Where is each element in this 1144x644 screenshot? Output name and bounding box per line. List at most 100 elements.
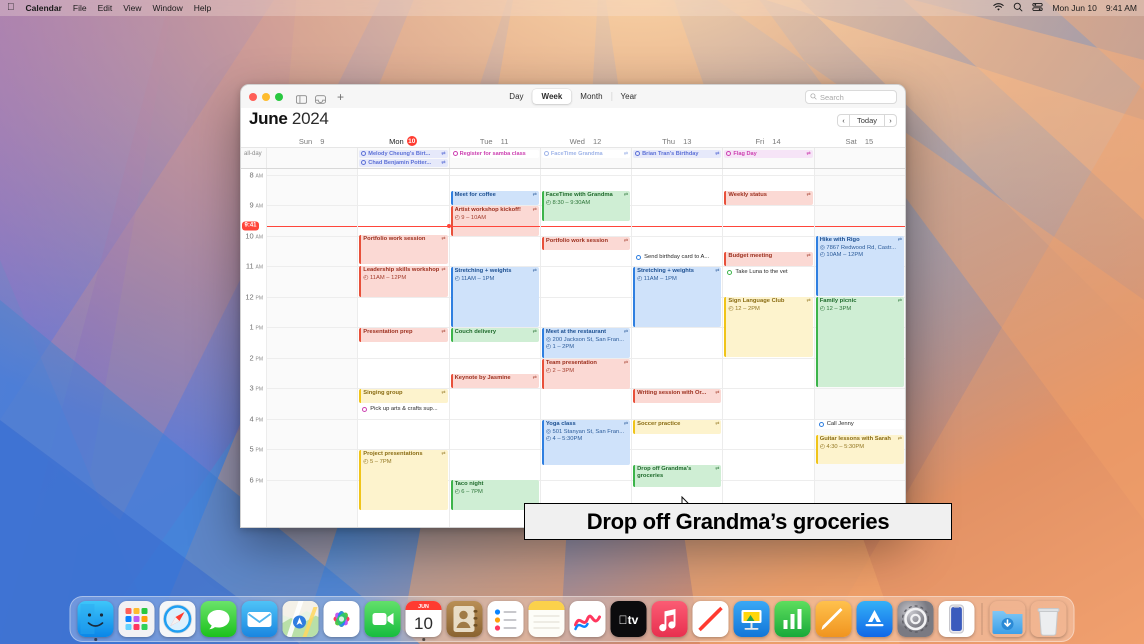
menubar-clock[interactable]: 9:41 AM [1106,0,1137,16]
menu-item-edit[interactable]: Edit [98,0,113,16]
menubar-date[interactable]: Mon Jun 10 [1052,0,1096,16]
dock-item-downloads[interactable] [990,601,1026,637]
minimize-button[interactable] [262,92,270,101]
all-day-event[interactable]: FaceTime Grandma ⇄ [541,149,631,158]
day-column-thu[interactable]: Send birthday card to A... Stretching + w… [631,168,723,527]
calendar-event[interactable]: Couch delivery ⇄ [450,327,539,342]
inbox-icon[interactable] [315,91,326,104]
calendar-event[interactable]: Family picnic ◴ 12 – 3PM ⇄ [815,296,904,387]
calendar-event[interactable]: Soccer practice ⇄ [633,419,722,434]
wifi-icon[interactable] [993,2,1005,14]
calendar-event[interactable]: Keynote by Jasmine ⇄ [450,373,539,388]
time-grid-scroll[interactable]: 8 AM 9 AM 10 AM 11 AM 12 PM 1 PM 2 PM 3 PM 4 PM 5… [241,168,905,527]
all-day-event[interactable]: Flag Day ⇄ [724,149,813,158]
dock-item-iphone-mirroring[interactable] [938,601,975,637]
all-day-event[interactable]: Register for samba class [450,149,539,158]
calendar-event[interactable]: Leadership skills workshop ◴ 11AM – 12PM ⇄ [359,265,448,297]
reminder-item[interactable]: Call Jenny [815,419,904,429]
calendar-event[interactable]: Sign Language Club ◴ 12 – 2PM ⇄ [724,296,813,357]
search-field[interactable]: Search [805,90,897,104]
view-tab-year[interactable]: Year [611,89,646,104]
dock-item-numbers[interactable] [774,601,811,637]
day-column-wed[interactable]: FaceTime with Grandma ◴ 8:30 – 9:30AM ⇄ Por… [539,168,632,527]
sidebar-toggle-icon[interactable] [296,91,307,104]
day-header-wed[interactable]: Wed 12 [540,135,631,147]
reminder-item[interactable]: Pick up arts & crafts sup... [359,404,448,414]
calendar-event[interactable]: Guitar lessons with Sarah ◴ 4:30 – 5:30PM… [815,434,904,464]
dock-item-calendar[interactable]: JUN 10 [405,601,442,637]
all-day-event[interactable]: Melody Cheung's Birt... ⇄ [359,149,448,158]
dock-item-trash[interactable] [1031,601,1067,637]
calendar-event[interactable]: Portfolio work session ⇄ [359,234,448,264]
calendar-event[interactable]: Portfolio work session ⇄ [541,236,631,250]
dock-item-settings[interactable] [897,601,934,637]
dock-item-contacts[interactable] [446,601,483,637]
calendar-event[interactable]: Yoga class ◎ 501 Stanyan St, San Fran... ◴… [541,419,631,465]
view-tab-week[interactable]: Week [532,89,572,104]
dock-item-mail[interactable] [241,601,278,637]
menu-item-window[interactable]: Window [153,0,183,16]
dock-item-music[interactable] [651,601,688,637]
all-day-event[interactable]: Brian Tran's Birthday ⇄ [633,149,722,158]
all-day-cell-thu[interactable]: Brian Tran's Birthday ⇄ [631,148,722,168]
dock-item-facetime[interactable] [364,601,401,637]
day-column-sat[interactable]: Hike with Rigo ◎ 7867 Redwood Rd, Castr..… [813,168,905,527]
control-center-icon[interactable] [1032,2,1044,14]
dock-item-freeform[interactable] [569,601,606,637]
calendar-event[interactable]: Artist workshop kickoff! ◴ 9 – 10AM ⇄ [450,205,539,236]
dock-item-pages[interactable] [815,601,852,637]
calendar-event[interactable]: FaceTime with Grandma ◴ 8:30 – 9:30AM ⇄ [541,190,631,221]
day-header-fri[interactable]: Fri 14 [722,135,813,147]
all-day-cell-mon[interactable]: Melody Cheung's Birt... ⇄ Chad Benjamin Po… [357,148,448,168]
calendar-event[interactable]: Singing group ⇄ [359,388,448,403]
dock-item-maps[interactable] [282,601,319,637]
day-header-sun[interactable]: Sun 9 [266,135,357,147]
dock-item-messages[interactable] [200,601,237,637]
dock-item-notes[interactable] [528,601,565,637]
menu-item-file[interactable]: File [73,0,87,16]
dock-item-appletv[interactable]: tv [610,601,647,637]
new-event-button[interactable]: + [337,91,344,103]
calendar-event[interactable]: Weekly status ⇄ [724,190,813,205]
dock-item-photos[interactable] [323,601,360,637]
dock-item-news[interactable] [692,601,729,637]
all-day-cell-tue[interactable]: Register for samba class [448,148,540,168]
dock-item-keynote[interactable] [733,601,770,637]
day-header-mon[interactable]: Mon 10 [357,135,448,147]
calendar-event[interactable]: Drop off Grandma's groceries ⇄ [633,464,722,487]
day-column-fri[interactable]: Weekly status ⇄ Budget meeting ⇄ Take Luna t… [722,168,814,527]
close-button[interactable] [249,92,257,101]
day-column-mon[interactable]: Portfolio work session ⇄ Leadership skills… [357,168,451,527]
day-header-tue[interactable]: Tue 11 [449,135,540,147]
view-tab-month[interactable]: Month [571,89,611,104]
all-day-cell-fri[interactable]: Flag Day ⇄ [722,148,813,168]
dock-item-reminders[interactable] [487,601,524,637]
calendar-event[interactable]: Writing session with Or... ⇄ [633,388,722,403]
calendar-event[interactable]: Hike with Rigo ◎ 7867 Redwood Rd, Castr..… [815,235,904,296]
day-column-sun[interactable] [266,168,358,527]
reminder-item[interactable]: Send birthday card to A... [633,252,722,262]
calendar-event[interactable]: Meet for coffee ⇄ [450,190,539,205]
dock-item-safari[interactable] [159,601,196,637]
day-header-sat[interactable]: Sat 15 [814,135,905,147]
menu-item-help[interactable]: Help [194,0,211,16]
all-day-event[interactable]: Chad Benjamin Potter... ⇄ [359,158,448,167]
dock-item-appstore[interactable] [856,601,893,637]
next-week-button[interactable]: › [884,114,897,127]
today-button[interactable]: Today [849,114,884,127]
zoom-button[interactable] [275,92,283,101]
all-day-cell-sun[interactable] [266,148,357,168]
calendar-event[interactable]: Meet at the restaurant ◎ 200 Jackson St, … [541,327,631,358]
day-header-thu[interactable]: Thu 13 [631,135,722,147]
all-day-cell-sat[interactable] [813,148,905,168]
prev-week-button[interactable]: ‹ [836,114,850,127]
calendar-event[interactable]: Presentation prep ⇄ [359,327,448,342]
view-tab-day[interactable]: Day [500,89,532,104]
calendar-event[interactable]: Stretching + weights ◴ 11AM – 1PM ⇄ [450,266,539,327]
calendar-event[interactable]: Team presentation ◴ 2 – 3PM ⇄ [541,358,631,389]
dock-item-finder[interactable] [77,601,114,637]
menu-item-calendar[interactable]: Calendar [26,0,62,16]
calendar-event[interactable]: Project presentations ◴ 5 – 7PM ⇄ [359,449,448,510]
menu-item-view[interactable]: View [123,0,141,16]
spotlight-search-icon[interactable] [1013,2,1023,14]
